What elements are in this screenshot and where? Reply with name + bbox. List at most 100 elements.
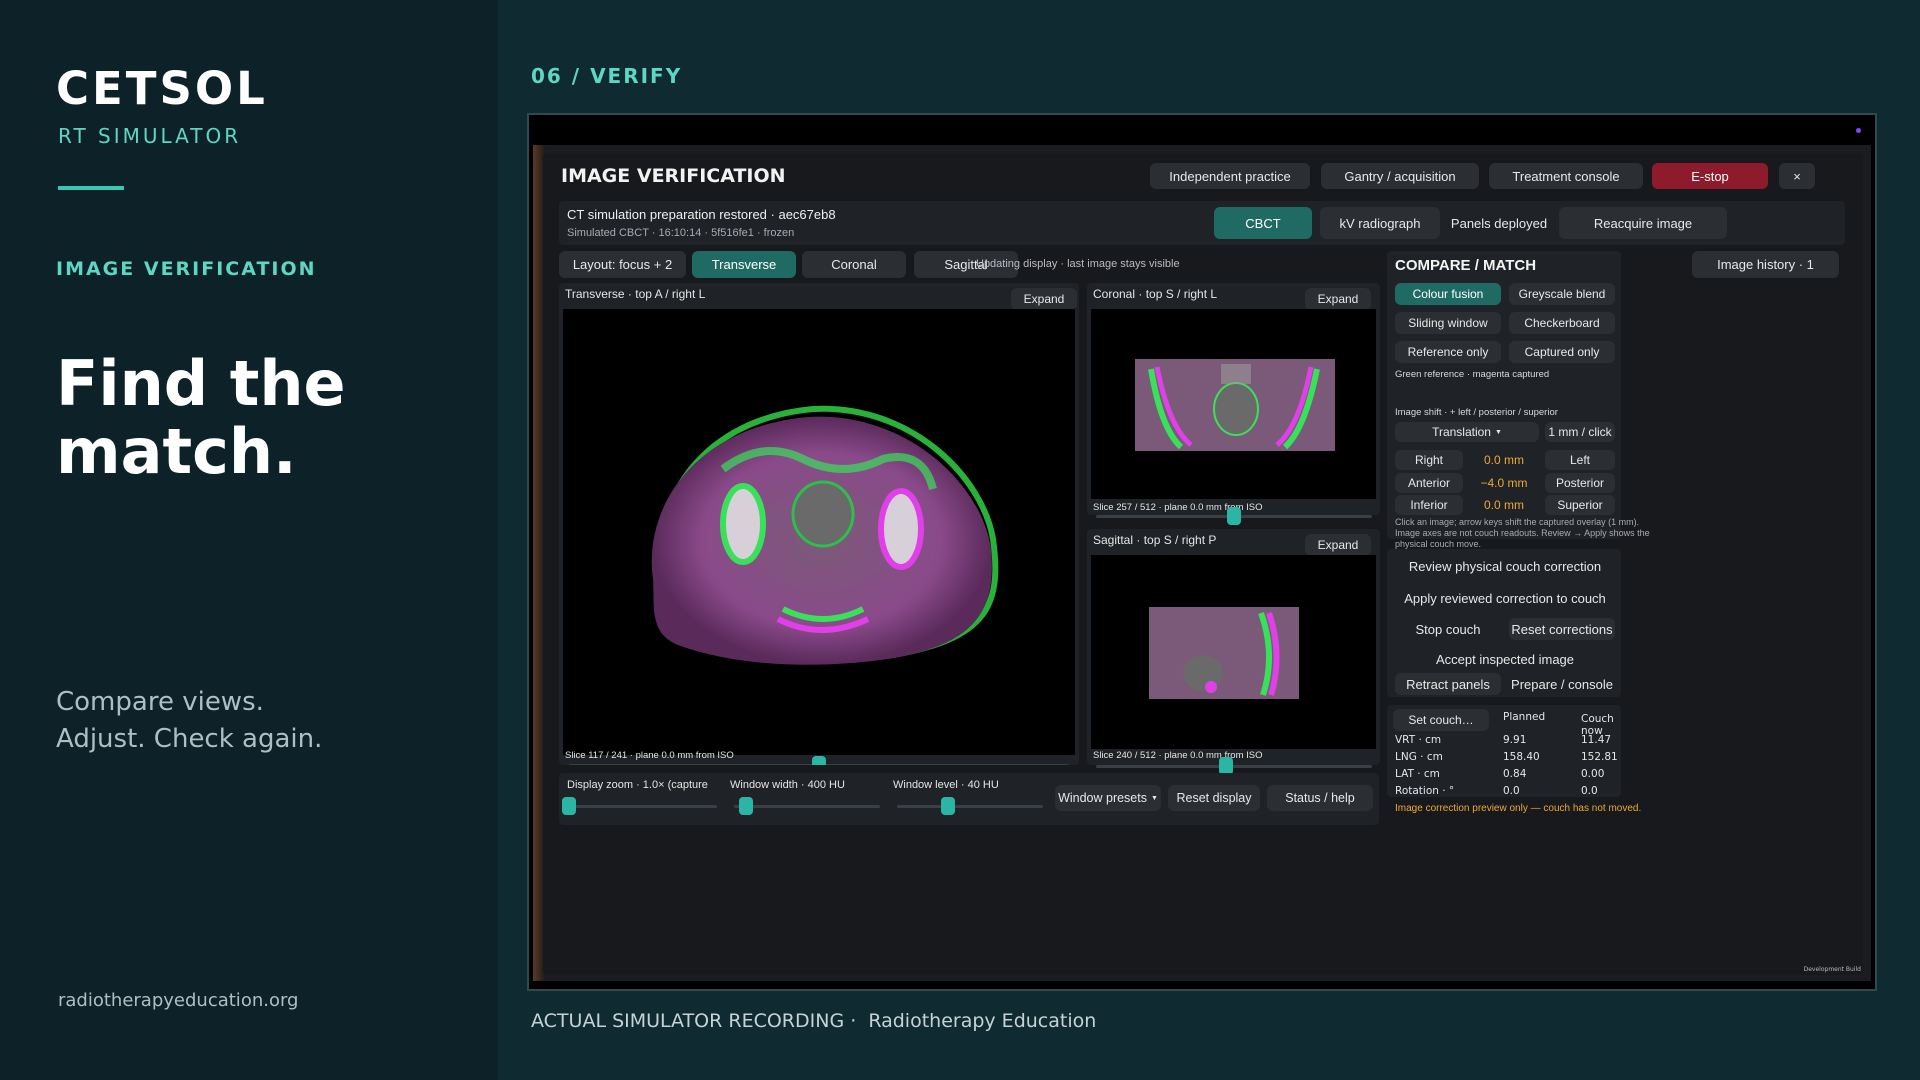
window-presets-dropdown[interactable]: Window presets ▼ [1055,785,1161,811]
sagittal-title: Sagittal · top S / right P [1093,533,1217,547]
captured-only-button[interactable]: Captured only [1509,341,1615,363]
transverse-expand-button[interactable]: Expand [1011,288,1077,310]
shift-step-button[interactable]: 1 mm / click [1545,422,1615,442]
shift-inferior-button[interactable]: Inferior [1395,495,1463,515]
chevron-down-icon: ▼ [1151,794,1158,802]
caption-right: Radiotherapy Education [868,1010,1097,1032]
image-history-button[interactable]: Image history · 1 [1692,251,1839,278]
brand-subtitle: RT SIMULATOR [58,124,242,148]
zoom-slider[interactable] [562,797,576,815]
kv-radiograph-button[interactable]: kV radiograph [1320,207,1440,239]
status-help-button[interactable]: Status / help [1267,785,1373,811]
transverse-fusion-image [651,405,999,665]
coronal-fusion-image [1135,359,1335,451]
apply-correction-button[interactable]: Apply reviewed correction to couch [1395,587,1615,609]
promo-sidebar: CETSOL RT SIMULATOR IMAGE VERIFICATION F… [0,0,498,1080]
gantry-acquisition-button[interactable]: Gantry / acquisition [1321,163,1479,189]
layout-select[interactable]: Layout: focus + 2 [559,251,686,278]
record-indicator-icon [1856,128,1861,133]
shift-mode-label: Translation [1432,425,1491,439]
window-level-track[interactable] [897,805,1043,808]
couch-row-planned: 0.0 [1503,785,1520,797]
shift-superior-button[interactable]: Superior [1545,495,1615,515]
shift-anterior-button[interactable]: Anterior [1395,473,1463,493]
shift-label: Image shift · + left / posterior / super… [1395,407,1558,418]
couch-row-now: 0.00 [1581,768,1605,780]
section-kicker: IMAGE VERIFICATION [56,258,317,280]
headline: Find the match. [56,347,346,488]
shift-help-note: Click an image; arrow keys shift the cap… [1395,517,1650,549]
session-subtitle: Simulated CBCT · 16:10:14 · 5f516fe1 · f… [567,227,795,239]
website-link[interactable]: radiotherapyeducation.org [58,990,298,1011]
sagittal-fusion-image [1149,607,1299,699]
reacquire-image-button[interactable]: Reacquire image [1559,207,1727,239]
shift-left-button[interactable]: Left [1545,450,1615,470]
zoom-track[interactable] [569,805,717,808]
fusion-legend: Green reference · magenta captured [1395,369,1550,380]
transverse-slice-slider[interactable] [812,756,826,765]
treatment-console-button[interactable]: Treatment console [1489,163,1643,189]
coronal-slice-slider[interactable] [1227,507,1241,525]
set-couch-button[interactable]: Set couch… [1393,709,1489,731]
shift-si-value: 0.0 mm [1483,498,1524,512]
display-status-note: Updating display · last image stays visi… [976,258,1180,270]
caption-left: ACTUAL SIMULATOR RECORDING · [531,1010,857,1032]
cbct-button[interactable]: CBCT [1214,207,1312,239]
window-level-slider[interactable] [941,797,956,815]
transverse-image[interactable] [563,309,1075,755]
sliding-window-button[interactable]: Sliding window [1395,312,1501,334]
couch-row-label: Rotation · ° [1395,785,1455,797]
sagittal-slice-track[interactable] [1096,765,1372,768]
couch-row-now: 152.81 [1581,751,1618,763]
brand-divider [58,186,124,190]
brand-title: CETSOL [56,62,268,115]
tab-transverse[interactable]: Transverse [692,251,796,278]
shift-posterior-button[interactable]: Posterior [1545,473,1615,493]
shift-right-button[interactable]: Right [1395,450,1463,470]
review-correction-button[interactable]: Review physical couch correction [1395,555,1615,577]
retract-panels-button[interactable]: Retract panels [1395,673,1501,695]
transverse-panel: Transverse · top A / right L Expand Slic… [559,283,1079,765]
estop-button[interactable]: E-stop [1652,163,1768,189]
compare-match-panel: COMPARE / MATCH Colour fusion Greyscale … [1387,251,1621,539]
dev-build-label: Development Build [1803,966,1861,973]
simulator-screen: IMAGE VERIFICATION Independent practice … [533,145,1871,981]
sagittal-expand-button[interactable]: Expand [1305,534,1371,556]
accept-image-button[interactable]: Accept inspected image [1395,648,1615,670]
couch-row-now: 11.47 [1581,734,1612,746]
recording-caption: ACTUAL SIMULATOR RECORDING · Radiotherap… [531,1010,1096,1032]
reset-corrections-button[interactable]: Reset corrections [1509,618,1615,640]
tagline: Compare views. Adjust. Check again. [56,687,323,754]
colour-fusion-button[interactable]: Colour fusion [1395,283,1501,305]
couch-row-now: 0.0 [1581,785,1598,797]
coronal-expand-button[interactable]: Expand [1305,288,1371,310]
couch-row-label: LAT · cm [1395,768,1440,780]
panels-deployed-status[interactable]: Panels deployed [1446,207,1552,239]
transverse-title: Transverse · top A / right L [565,287,706,301]
coronal-image[interactable] [1091,309,1376,499]
reference-only-button[interactable]: Reference only [1395,341,1501,363]
prepare-console-button[interactable]: Prepare / console [1509,673,1615,695]
transverse-slice-label: Slice 117 / 241 · plane 0.0 mm from ISO [565,750,734,761]
tab-coronal[interactable]: Coronal [802,251,906,278]
window-width-label: Window width · 400 HU [730,779,845,791]
window-level-label: Window level · 40 HU [893,779,999,791]
display-controls: Display zoom · 1.0× (capture Window widt… [559,773,1379,825]
coronal-title: Coronal · top S / right L [1093,287,1218,301]
sagittal-image[interactable] [1091,555,1376,749]
window-width-slider[interactable] [738,797,753,815]
reset-display-button[interactable]: Reset display [1168,785,1260,811]
shift-mode-dropdown[interactable]: Translation ▼ [1395,422,1539,442]
checkerboard-button[interactable]: Checkerboard [1509,312,1615,334]
stop-couch-button[interactable]: Stop couch [1395,618,1501,640]
close-icon[interactable]: × [1779,163,1815,189]
window-width-track[interactable] [734,805,880,808]
sagittal-panel: Sagittal · top S / right P Expand Slice … [1087,529,1380,765]
greyscale-blend-button[interactable]: Greyscale blend [1509,283,1615,305]
couch-row-planned: 158.40 [1503,751,1540,763]
couch-row-planned: 0.84 [1503,768,1527,780]
recording-frame: IMAGE VERIFICATION Independent practice … [527,113,1877,991]
coronal-panel: Coronal · top S / right L Expand Slice 2… [1087,283,1380,515]
independent-practice-button[interactable]: Independent practice [1150,163,1310,189]
session-info-bar: CT simulation preparation restored · aec… [559,201,1845,245]
